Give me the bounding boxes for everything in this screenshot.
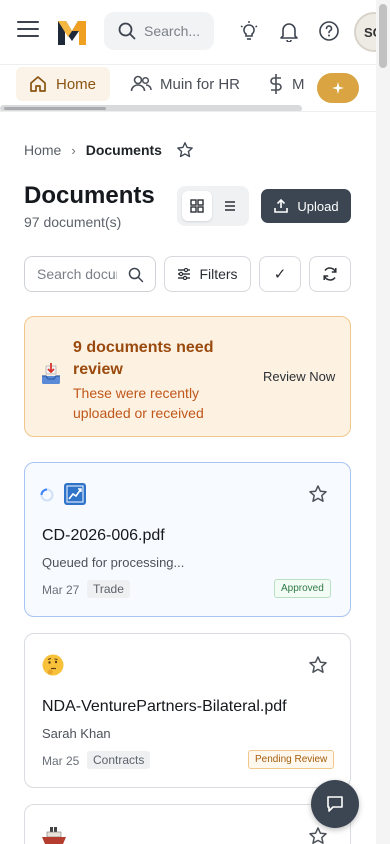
- breadcrumb: Home › Documents: [24, 140, 194, 160]
- global-search[interactable]: Search...: [104, 12, 214, 50]
- page-title: Documents: [24, 182, 155, 209]
- chevron-right-icon: ›: [71, 142, 76, 158]
- star-icon[interactable]: [308, 826, 328, 844]
- upload-icon: [274, 198, 289, 213]
- page-scrollbar[interactable]: [376, 0, 390, 844]
- review-banner-subtitle: These were recently uploaded or received: [73, 385, 204, 421]
- document-date: Mar 25: [42, 754, 80, 768]
- search-icon: [118, 22, 136, 40]
- list-view-icon: [225, 201, 235, 211]
- document-name[interactable]: CD-2026-006.pdf: [42, 527, 165, 545]
- grid-view-icon: [190, 199, 204, 213]
- document-tag[interactable]: Contracts: [87, 751, 151, 769]
- users-icon: [130, 75, 152, 92]
- lightbulb-icon[interactable]: [238, 20, 260, 42]
- list-view-button[interactable]: [215, 191, 245, 221]
- document-search-placeholder: Search documents: [37, 266, 117, 282]
- breadcrumb-home[interactable]: Home: [24, 142, 61, 158]
- tab-m[interactable]: M: [268, 67, 305, 101]
- status-badge: Pending Review: [248, 750, 335, 769]
- document-name[interactable]: NDA-VenturePartners-Bilateral.pdf: [42, 698, 287, 716]
- document-count: 97 document(s): [24, 214, 122, 230]
- review-now-button[interactable]: Review Now: [263, 369, 335, 384]
- document-card[interactable]: NDA-VenturePartners-Bilateral.pdf Sarah …: [24, 633, 351, 788]
- tab-muin-for-hr-label: Muin for HR: [160, 75, 241, 93]
- checkmark-icon: ✓: [273, 266, 287, 283]
- chat-button[interactable]: [311, 780, 359, 828]
- filters-button[interactable]: Filters: [164, 256, 251, 292]
- tab-home[interactable]: Home: [16, 67, 111, 101]
- review-banner: 9 documents need review These were recen…: [24, 316, 351, 437]
- document-status-text: Queued for processing...: [42, 555, 185, 570]
- filters-button-label: Filters: [199, 266, 238, 282]
- star-icon[interactable]: [176, 141, 194, 159]
- star-icon[interactable]: [308, 655, 328, 675]
- ship-icon: [42, 827, 66, 844]
- tab-scrollbar[interactable]: [0, 105, 302, 111]
- tab-home-label: Home: [56, 75, 97, 93]
- app-logo[interactable]: [56, 17, 88, 47]
- help-icon[interactable]: [318, 20, 340, 42]
- thinking-face-icon: [42, 654, 64, 676]
- home-icon: [30, 76, 46, 92]
- chat-icon: [327, 796, 343, 812]
- filter-icon: [178, 268, 191, 280]
- tab-muin-for-hr[interactable]: Muin for HR: [130, 67, 240, 101]
- document-date: Mar 27: [42, 583, 80, 597]
- search-icon: [128, 267, 144, 283]
- document-search-input[interactable]: Search documents: [24, 256, 156, 292]
- document-tag[interactable]: Trade: [87, 580, 130, 598]
- top-bar: Search... SC: [0, 0, 390, 64]
- select-mode-button[interactable]: ✓: [259, 256, 301, 292]
- document-owner: Sarah Khan: [42, 726, 111, 741]
- tab-m-label: M: [292, 75, 305, 93]
- bell-icon[interactable]: [278, 20, 300, 42]
- review-banner-title: 9 documents need review: [73, 339, 214, 378]
- sparkle-icon: [332, 82, 344, 94]
- upload-button[interactable]: Upload: [261, 189, 351, 223]
- inbox-tray-icon: [42, 363, 60, 384]
- breadcrumb-current: Documents: [85, 142, 162, 158]
- ai-assistant-button[interactable]: [317, 73, 359, 103]
- dollar-icon: [270, 74, 282, 94]
- star-icon[interactable]: [308, 484, 328, 504]
- refresh-button[interactable]: [309, 256, 351, 292]
- view-toggle: [177, 186, 249, 226]
- refresh-icon: [323, 267, 337, 281]
- document-chart-icon: [64, 483, 86, 505]
- global-search-placeholder: Search...: [144, 23, 201, 39]
- upload-button-label: Upload: [297, 198, 339, 214]
- loading-spinner-icon: [40, 488, 54, 502]
- grid-view-button[interactable]: [182, 191, 212, 221]
- status-badge: Approved: [274, 579, 331, 598]
- document-card[interactable]: [24, 804, 351, 844]
- hamburger-icon[interactable]: [17, 21, 39, 41]
- document-card[interactable]: CD-2026-006.pdf Queued for processing...…: [24, 462, 351, 617]
